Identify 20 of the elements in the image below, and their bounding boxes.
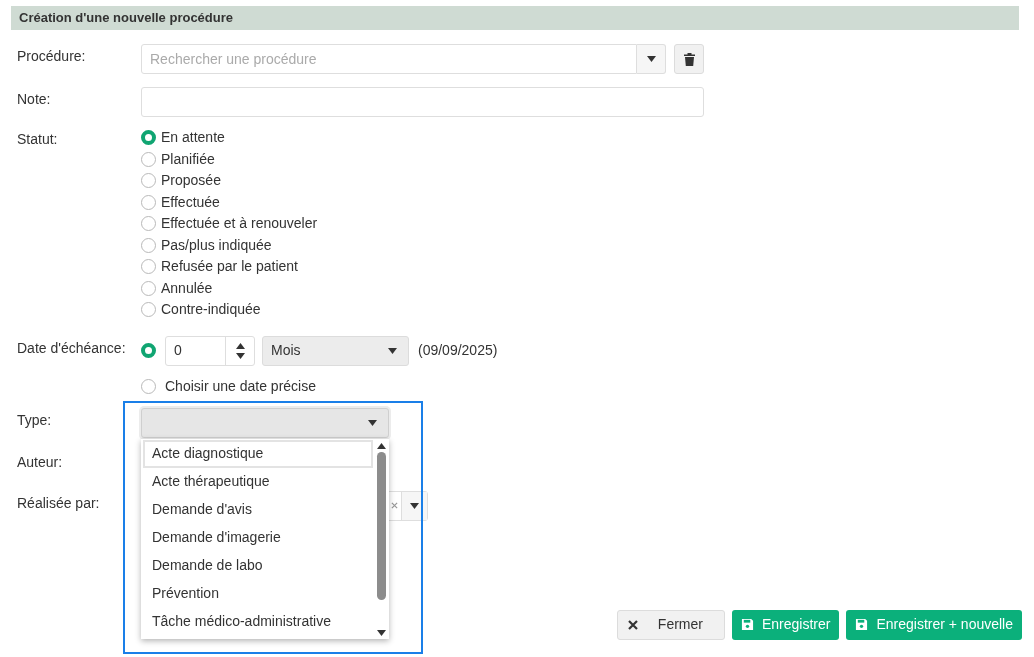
radio-label: Choisir une date précise	[165, 377, 316, 396]
computed-date: (09/09/2025)	[418, 341, 498, 360]
radio-label: Effectuée	[161, 192, 220, 212]
field-label: Procédure:	[17, 48, 86, 64]
radio-label: Refusée par le patient	[161, 257, 298, 277]
radio-label: En attente	[161, 128, 225, 148]
number-value: 0	[173, 341, 183, 360]
section-title: Création d'une nouvelle procédure	[19, 9, 234, 28]
field-label: Auteur:	[17, 453, 63, 470]
radio-label: Effectuée et à renouveler	[161, 214, 318, 234]
radio-label: Proposée	[161, 171, 221, 191]
field-label: Type:	[17, 411, 52, 428]
radio-label: Contre-indiquée	[161, 300, 261, 320]
radio-label: Planifiée	[161, 149, 215, 169]
radio-label: Annulée	[161, 278, 213, 298]
field-label: Statut:	[17, 131, 58, 147]
field-label: Note:	[17, 91, 51, 107]
radio-label: Pas/plus indiquée	[161, 235, 272, 255]
field-label: Date d'échéance:	[17, 339, 126, 356]
field-label: Réalisée par:	[17, 494, 100, 511]
